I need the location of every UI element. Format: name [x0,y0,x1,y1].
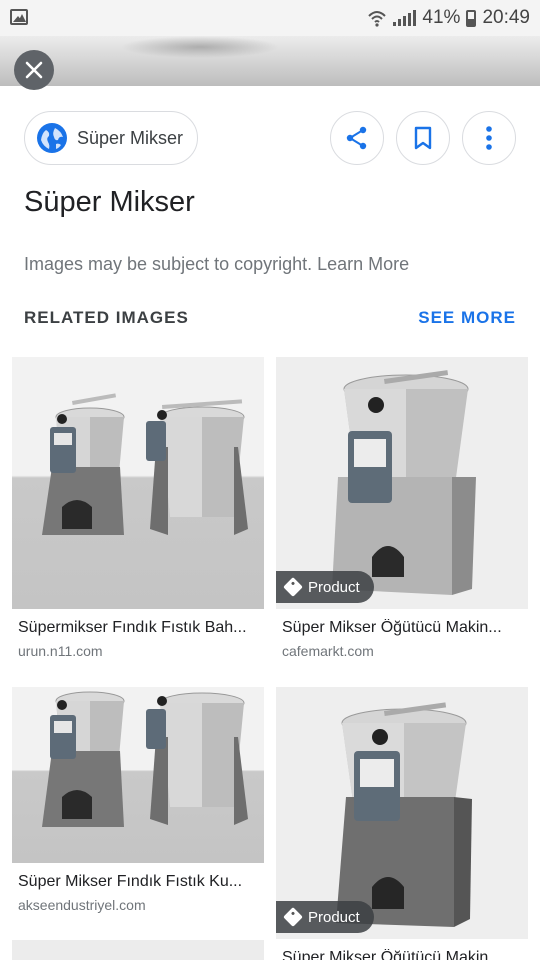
product-badge-label: Product [308,578,360,596]
product-badge-label: Product [308,908,360,926]
result-domain: urun.n11.com [18,643,103,659]
share-icon [346,126,367,150]
close-icon [25,61,43,79]
related-images-heading: RELATED IMAGES [24,308,189,327]
more-vert-icon [486,126,492,150]
close-button[interactable] [14,50,54,90]
product-badge: Product [276,901,374,933]
result-domain: cafemarkt.com [282,643,374,659]
related-image-thumbnail-partial[interactable] [12,940,264,960]
source-site-chip[interactable]: Süper Mikser [24,111,198,165]
related-image-card[interactable]: Süpermikser Fındık Fıstık Bah... urun.n1… [12,357,264,659]
gallery-notification-icon [10,9,28,25]
globe-icon [37,123,67,153]
save-button[interactable] [396,111,450,165]
share-button[interactable] [330,111,384,165]
status-bar: 41% 20:49 [0,0,540,36]
result-caption: Süper Mikser Öğütücü Makin... [282,949,502,960]
wifi-icon [368,11,387,27]
copyright-notice[interactable]: Images may be subject to copyright. Lear… [24,254,409,275]
main-image-preview[interactable] [0,36,540,86]
tag-icon [283,907,303,927]
related-image-card[interactable]: Product Süper Mikser Öğütücü Makin... ca… [276,357,528,659]
related-image-thumbnail[interactable] [12,357,264,609]
related-image-thumbnail[interactable] [12,687,264,863]
battery-percent: 41% [422,7,461,28]
battery-icon [466,9,477,27]
related-image-thumbnail[interactable]: Product [276,687,528,939]
mixer-pair-image [42,393,248,535]
signal-icon [393,10,417,26]
result-caption: Süpermikser Fındık Fıstık Bah... [18,619,247,636]
result-caption: Süper Mikser Fındık Fıstık Ku... [18,873,243,890]
product-badge: Product [276,571,374,603]
status-indicators: 41% 20:49 [367,6,530,30]
tag-icon [283,577,303,597]
source-site-label: Süper Mikser [77,127,184,148]
result-domain: akseendustriyel.com [18,897,146,913]
related-image-thumbnail[interactable]: Product [276,357,528,609]
more-options-button[interactable] [462,111,516,165]
bookmark-icon [414,126,432,150]
image-viewer-screen: 41% 20:49 Süper Mikser Süper Mikser Imag… [0,0,540,960]
see-more-link[interactable]: SEE MORE [418,308,516,328]
related-image-card[interactable]: Süper Mikser Fındık Fıstık Ku... akseend… [12,687,264,913]
image-title: Süper Mikser [24,186,195,218]
related-image-card[interactable]: Product Süper Mikser Öğütücü Makin... [276,687,528,960]
clock: 20:49 [482,7,530,28]
mixer-pair-image [42,691,248,827]
result-caption: Süper Mikser Öğütücü Makin... [282,619,502,636]
